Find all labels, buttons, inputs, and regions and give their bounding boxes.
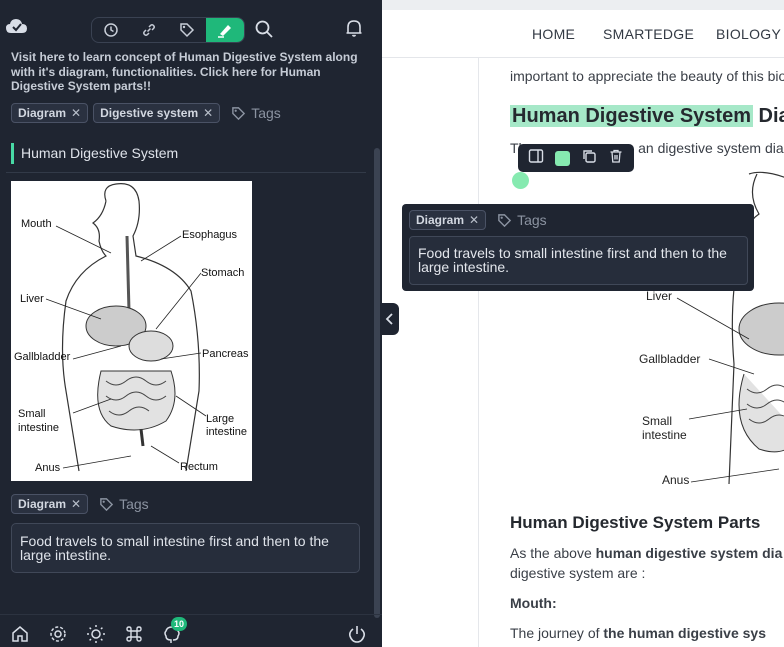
article-text: important to appreciate the beauty of th… xyxy=(510,68,784,84)
label-liver: Liver xyxy=(646,289,672,303)
highlight-heading[interactable]: Human Digestive System xyxy=(11,143,178,164)
note-text[interactable]: Food travels to small intestine first an… xyxy=(11,523,360,573)
label-rectum: Rectum xyxy=(180,461,218,473)
remove-tag-icon[interactable]: ✕ xyxy=(469,213,479,227)
label-intestine: intestine xyxy=(18,422,59,434)
article-text: As the above human digestive system dia xyxy=(510,545,783,561)
label-liver: Liver xyxy=(20,293,44,305)
remove-tag-icon[interactable]: ✕ xyxy=(71,497,81,511)
popover-note-text[interactable]: Food travels to small intestine first an… xyxy=(409,236,748,285)
bell-icon[interactable] xyxy=(344,18,366,40)
label-gallbladder: Gallbladder xyxy=(14,351,71,363)
trash-icon[interactable] xyxy=(608,148,624,169)
sidebar-bottom-bar xyxy=(0,614,382,647)
label-gallbladder: Gallbladder xyxy=(639,352,700,366)
highlighter-icon xyxy=(218,25,231,38)
tag-icon xyxy=(100,497,114,511)
highlight-toolbar xyxy=(518,144,634,172)
label-intestine: intestine xyxy=(642,428,687,442)
tag-button[interactable] xyxy=(168,18,206,42)
notification-badge: 10 xyxy=(171,617,187,631)
theme-sun-icon[interactable] xyxy=(86,624,106,644)
sidebar-panel: Visit here to learn concept of Human Dig… xyxy=(0,0,382,647)
annotation-popover: Diagram ✕ Tags Food travels to small inte… xyxy=(402,204,754,291)
tag-icon xyxy=(180,23,195,38)
nav-smartedge[interactable]: SMARTEDGE xyxy=(603,26,694,42)
divider xyxy=(6,172,366,173)
nav-home[interactable]: HOME xyxy=(532,26,575,42)
site-navbar: HOME SMARTEDGE BIOLOGY xyxy=(382,10,784,58)
tag-row-bottom: Diagram ✕ Tags xyxy=(11,494,149,514)
digestive-diagram-image: Mouth Esophagus Stomach Liver Gallbladde… xyxy=(11,181,252,481)
tag-icon xyxy=(232,106,246,120)
label-small: Small xyxy=(642,414,672,428)
mouth-label: Mouth: xyxy=(510,595,557,611)
highlighter-button[interactable] xyxy=(206,18,244,42)
remove-tag-icon[interactable]: ✕ xyxy=(203,106,213,120)
label-anus: Anus xyxy=(662,473,689,487)
tag-chip-diagram[interactable]: Diagram ✕ xyxy=(11,494,89,514)
settings-gear-icon[interactable] xyxy=(48,624,68,644)
cloud-check-icon[interactable] xyxy=(6,18,28,34)
label-large: Large xyxy=(206,413,234,425)
tag-chip-diagram[interactable]: Diagram ✕ xyxy=(11,103,89,123)
label-anus: Anus xyxy=(35,462,61,474)
label-pancreas: Pancreas xyxy=(202,348,249,360)
remove-tag-icon[interactable]: ✕ xyxy=(71,106,81,120)
collapse-sidebar-button[interactable] xyxy=(381,303,399,335)
tag-chip-digestive-system[interactable]: Digestive system ✕ xyxy=(93,103,221,123)
section-heading: Human Digestive System Parts xyxy=(510,513,761,532)
add-tag-button[interactable]: Tags xyxy=(497,212,547,228)
tag-chip-diagram[interactable]: Diagram ✕ xyxy=(409,210,487,230)
search-icon[interactable] xyxy=(254,19,276,41)
add-tag-button[interactable]: Tags xyxy=(231,105,281,121)
power-icon[interactable] xyxy=(347,624,367,644)
label-stomach: Stomach xyxy=(201,267,244,279)
chevron-left-icon xyxy=(385,313,393,325)
sidebar-toggle-icon[interactable] xyxy=(528,148,544,169)
popover-tag-row: Diagram ✕ Tags xyxy=(409,210,547,230)
label-esophagus: Esophagus xyxy=(182,229,238,241)
article-text: digestive system are : xyxy=(510,565,646,581)
command-icon[interactable] xyxy=(124,624,144,644)
label-small: Small xyxy=(18,408,46,420)
nav-biology[interactable]: BIOLOGY xyxy=(716,26,781,42)
link-button[interactable] xyxy=(130,18,168,42)
history-icon xyxy=(104,23,118,37)
link-icon xyxy=(143,24,155,36)
browser-strip xyxy=(382,0,784,10)
copy-icon[interactable] xyxy=(581,148,597,169)
add-tag-button[interactable]: Tags xyxy=(99,496,149,512)
sidebar-scrollbar[interactable] xyxy=(374,148,380,618)
sidebar-toolbar xyxy=(0,0,382,50)
highlight-color-swatch[interactable] xyxy=(554,150,570,166)
article-text: The journey of the human digestive sys xyxy=(510,625,766,641)
home-icon[interactable] xyxy=(10,624,30,644)
label-mouth: Mouth xyxy=(21,218,52,230)
tag-row-top: Diagram ✕ Digestive system ✕ Tags xyxy=(11,103,281,123)
highlighted-text[interactable]: Human Digestive System xyxy=(510,105,753,127)
tag-icon xyxy=(498,213,512,227)
highlight-marker-dot[interactable] xyxy=(512,172,529,189)
label-intestine: intestine xyxy=(206,426,247,438)
page-description[interactable]: Visit here to learn concept of Human Dig… xyxy=(11,50,366,94)
history-button[interactable] xyxy=(92,18,130,42)
article-heading: Human Digestive System Dia xyxy=(510,105,784,127)
mode-toolgroup xyxy=(91,17,245,43)
